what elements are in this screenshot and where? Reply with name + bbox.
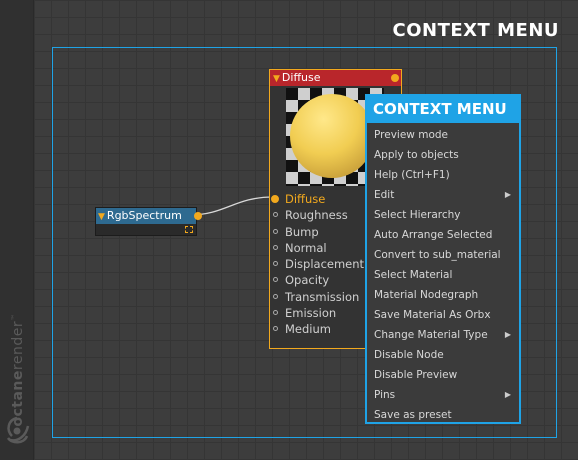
pin-dot-icon[interactable] [273,261,278,267]
expand-icon[interactable] [185,226,193,233]
menu-item-preview-mode[interactable]: Preview mode [367,125,519,145]
diffuse-node-header[interactable]: ▼ Diffuse [270,70,401,86]
context-menu-list: Preview mode Apply to objects Help (Ctrl… [367,125,519,425]
menu-item-disable-node[interactable]: Disable Node [367,345,519,365]
rgb-output-pin[interactable] [194,212,202,220]
pin-dot-icon[interactable] [273,244,278,250]
rgb-spectrum-title: RgbSpectrum [106,209,182,222]
menu-item-disable-preview[interactable]: Disable Preview [367,365,519,385]
menu-item-save-as-preset[interactable]: Save as preset [367,405,519,425]
octane-logo-icon [6,416,30,444]
pin-dot-icon[interactable] [273,277,278,283]
triangle-down-icon[interactable]: ▼ [98,212,105,222]
submenu-arrow-icon: ▶ [504,330,511,339]
submenu-arrow-icon: ▶ [504,190,511,199]
pin-dot-icon[interactable] [273,212,278,218]
menu-item-convert-to-sub-material[interactable]: Convert to sub_material [367,245,519,265]
submenu-arrow-icon: ▶ [504,390,511,399]
side-strip: octanerender™ [0,0,34,460]
menu-item-save-material-as-orbx[interactable]: Save Material As Orbx [367,305,519,325]
menu-item-edit[interactable]: Edit ▶ [367,185,519,205]
pin-dot-icon[interactable] [273,228,278,234]
context-menu-title: CONTEXT MENU [367,96,519,123]
diffuse-node-title: Diffuse [281,71,321,84]
menu-item-auto-arrange-selected[interactable]: Auto Arrange Selected [367,225,519,245]
menu-item-pins[interactable]: Pins ▶ [367,385,519,405]
menu-item-material-nodegraph[interactable]: Material Nodegraph [367,285,519,305]
menu-item-select-hierarchy[interactable]: Select Hierarchy [367,205,519,225]
preview-sphere [290,94,374,178]
pin-dot-icon[interactable] [271,195,279,203]
pin-dot-icon[interactable] [273,310,278,316]
menu-item-select-material[interactable]: Select Material [367,265,519,285]
octane-render-brand: octanerender™ [10,313,26,427]
material-output-pin[interactable] [391,74,399,82]
rgb-spectrum-header[interactable]: ▼ RgbSpectrum [96,208,196,224]
page-title: CONTEXT MENU [392,20,559,41]
context-menu: CONTEXT MENU Preview mode Apply to objec… [365,94,521,424]
menu-item-apply-to-objects[interactable]: Apply to objects [367,145,519,165]
menu-item-help[interactable]: Help (Ctrl+F1) [367,165,519,185]
menu-item-change-material-type[interactable]: Change Material Type ▶ [367,325,519,345]
rgb-spectrum-node[interactable]: ▼ RgbSpectrum [95,207,202,236]
pin-dot-icon[interactable] [273,326,278,332]
triangle-down-icon[interactable]: ▼ [273,74,280,84]
pin-dot-icon[interactable] [273,293,278,299]
